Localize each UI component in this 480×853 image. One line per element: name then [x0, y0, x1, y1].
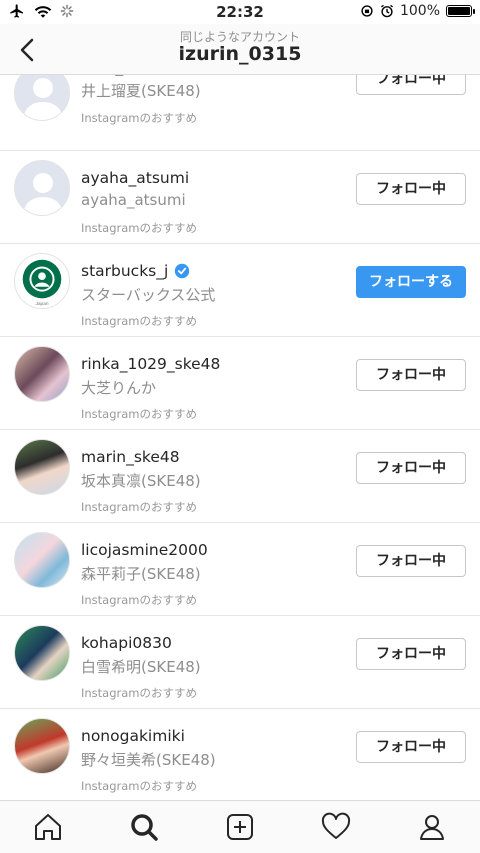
- recommendation-note: Instagramのおすすめ: [81, 221, 198, 235]
- following-button[interactable]: フォロー中: [356, 359, 466, 391]
- full-name: 白雪希明(SKE48): [81, 658, 201, 676]
- svg-text:Japan: Japan: [35, 301, 48, 307]
- list-item[interactable]: ayaha_atsumi ayaha_atsumi Instagramのおすすめ…: [0, 151, 480, 244]
- alarm-icon: [380, 4, 393, 18]
- full-name: 坂本真凛(SKE48): [81, 472, 201, 490]
- list-item[interactable]: rinka_1029_ske48 大芝りんか Instagramのおすすめ フォ…: [0, 337, 480, 430]
- bottom-tab-bar: [0, 800, 480, 853]
- home-icon[interactable]: [32, 811, 64, 843]
- recommendation-note: Instagramのおすすめ: [81, 686, 198, 700]
- orientation-lock-icon: [361, 5, 373, 17]
- list-item[interactable]: ruka_inoue48 井上瑠夏(SKE48) Instagramのおすすめ …: [0, 75, 480, 151]
- username[interactable]: ruka_inoue48: [81, 75, 186, 76]
- recommendation-note: Instagramのおすすめ: [81, 111, 198, 125]
- avatar[interactable]: [14, 532, 70, 588]
- recommendation-note: Instagramのおすすめ: [81, 500, 198, 514]
- starbucks-logo-icon: Japan: [22, 259, 62, 307]
- full-name: 野々垣美希(SKE48): [81, 751, 216, 769]
- verified-badge-icon: [175, 263, 190, 279]
- battery-icon: [446, 5, 475, 17]
- username[interactable]: starbucks_j: [81, 262, 190, 280]
- avatar[interactable]: [14, 346, 70, 402]
- full-name: 井上瑠夏(SKE48): [81, 82, 201, 100]
- username[interactable]: kohapi0830: [81, 634, 172, 652]
- list-item[interactable]: Japan starbucks_j スターバックス公式 Instagramのおす…: [0, 244, 480, 337]
- username[interactable]: marin_ske48: [81, 448, 180, 466]
- full-name: 森平莉子(SKE48): [81, 565, 201, 583]
- profile-icon[interactable]: [416, 811, 448, 843]
- following-button[interactable]: フォロー中: [356, 173, 466, 205]
- following-button[interactable]: フォロー中: [356, 638, 466, 670]
- list-item[interactable]: kohapi0830 白雪希明(SKE48) Instagramのおすすめ フォ…: [0, 616, 480, 709]
- status-bar: 22:32 100%: [0, 0, 480, 24]
- avatar[interactable]: [14, 718, 70, 774]
- username[interactable]: licojasmine2000: [81, 541, 208, 559]
- full-name: ayaha_atsumi: [81, 191, 186, 209]
- recommendation-note: Instagramのおすすめ: [81, 314, 198, 328]
- following-button[interactable]: フォロー中: [356, 545, 466, 577]
- avatar[interactable]: [14, 439, 70, 495]
- following-button[interactable]: フォロー中: [356, 731, 466, 763]
- recommendation-note: Instagramのおすすめ: [81, 407, 198, 421]
- follow-button[interactable]: フォローする: [356, 266, 466, 298]
- recommendation-note: Instagramのおすすめ: [81, 779, 198, 793]
- heart-icon[interactable]: [320, 811, 352, 843]
- add-icon[interactable]: [224, 811, 256, 843]
- full-name: 大芝りんか: [81, 379, 157, 397]
- avatar[interactable]: [14, 625, 70, 681]
- username[interactable]: ayaha_atsumi: [81, 169, 189, 187]
- suggested-accounts-list: ruka_inoue48 井上瑠夏(SKE48) Instagramのおすすめ …: [0, 75, 480, 800]
- username[interactable]: rinka_1029_ske48: [81, 355, 220, 373]
- page-title: izurin_0315: [178, 43, 302, 65]
- avatar[interactable]: Japan: [14, 253, 70, 309]
- username[interactable]: nonogakimiki: [81, 727, 185, 745]
- list-item[interactable]: licojasmine2000 森平莉子(SKE48) Instagramのおす…: [0, 523, 480, 616]
- battery-percent: 100%: [399, 3, 440, 19]
- full-name: スターバックス公式: [81, 286, 216, 304]
- following-button[interactable]: フォロー中: [356, 75, 466, 95]
- following-button[interactable]: フォロー中: [356, 452, 466, 484]
- avatar[interactable]: [14, 160, 70, 216]
- list-item[interactable]: marin_ske48 坂本真凛(SKE48) Instagramのおすすめ フ…: [0, 430, 480, 523]
- search-icon[interactable]: [128, 811, 160, 843]
- list-item[interactable]: nonogakimiki 野々垣美希(SKE48) Instagramのおすすめ…: [0, 709, 480, 800]
- recommendation-note: Instagramのおすすめ: [81, 593, 198, 607]
- nav-header: 同じようなアカウント izurin_0315: [0, 24, 480, 75]
- avatar[interactable]: [14, 75, 70, 121]
